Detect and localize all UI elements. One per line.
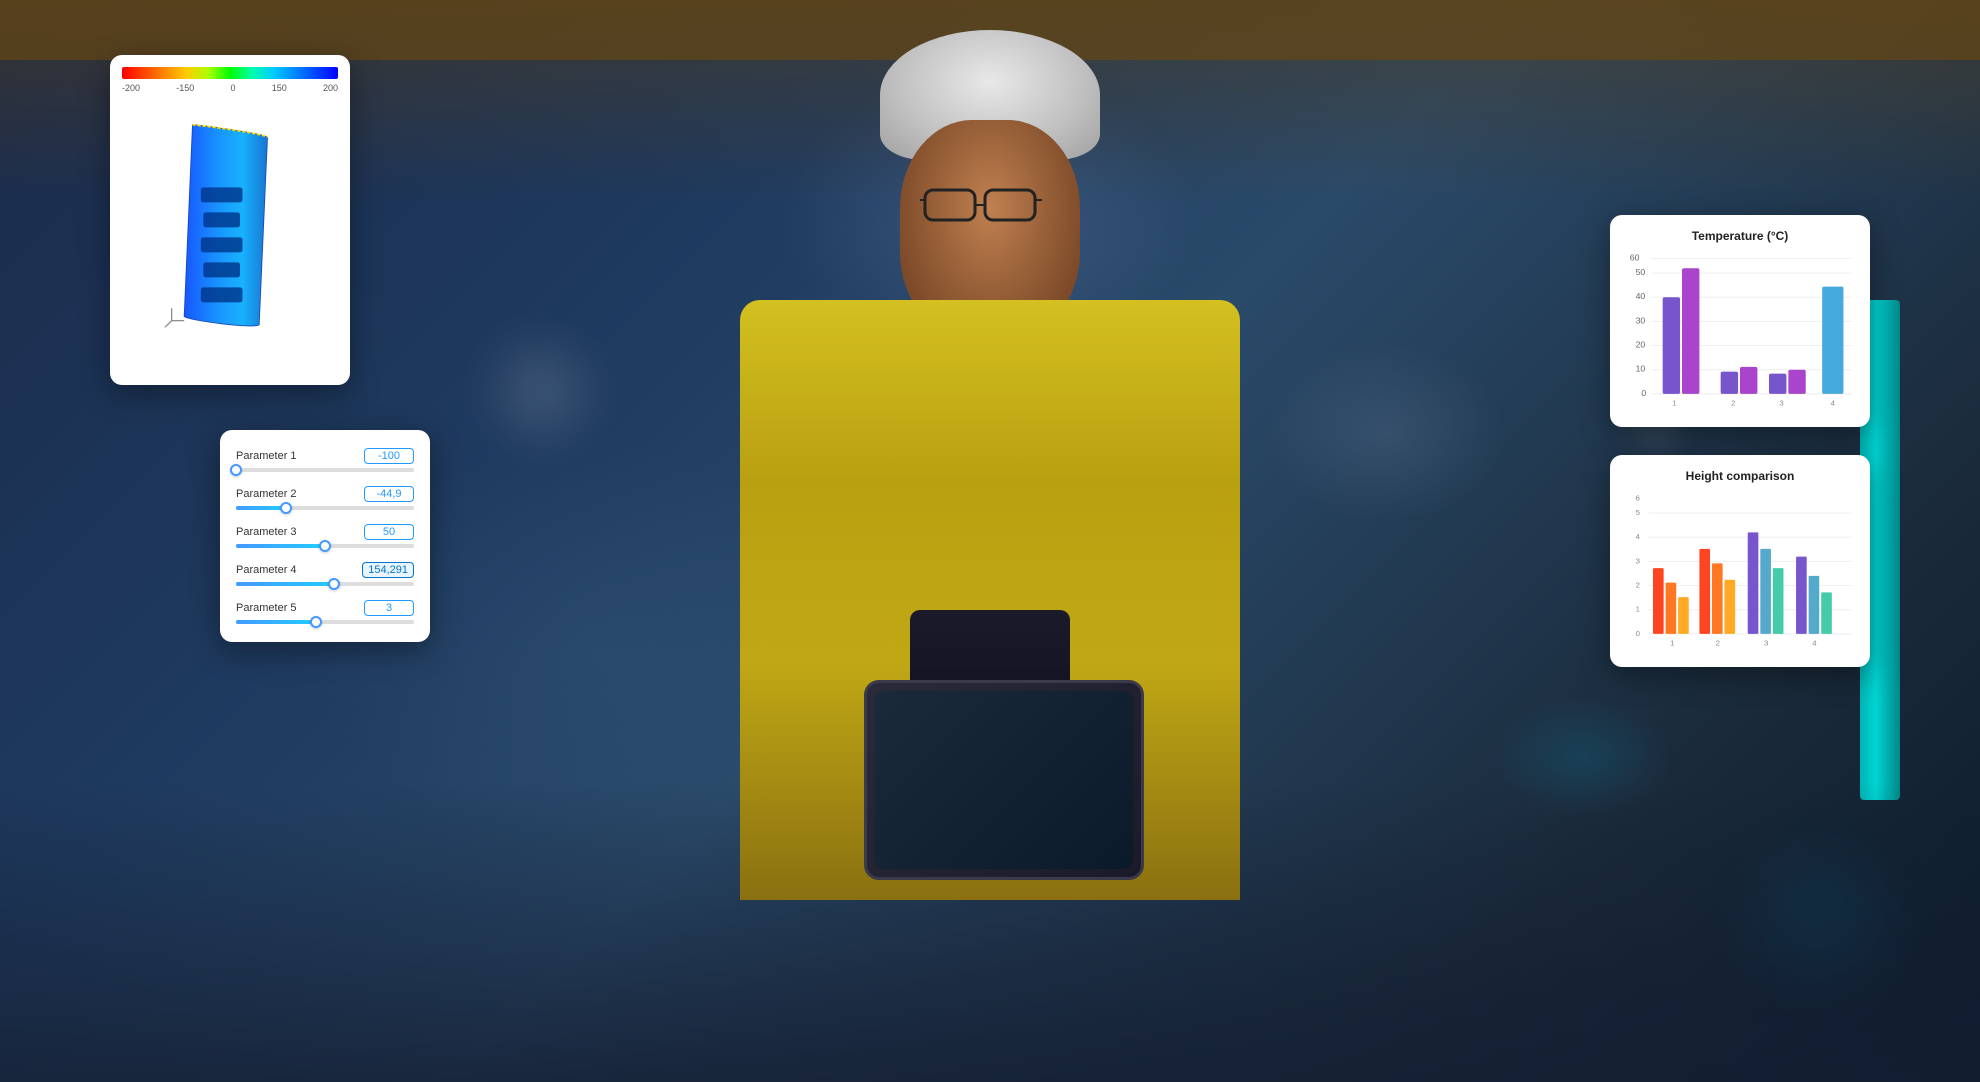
- svg-text:1: 1: [1672, 399, 1676, 408]
- color-scale: [122, 67, 338, 79]
- param-4-header: Parameter 4 154,291: [236, 562, 414, 578]
- temperature-chart: 0 10 20 30 40 50 60: [1624, 253, 1856, 413]
- param-3-thumb[interactable]: [319, 540, 331, 552]
- svg-text:6: 6: [1636, 494, 1640, 503]
- param-row-1: Parameter 1 -100: [236, 448, 414, 472]
- color-gradient-bar: [122, 67, 338, 79]
- param-2-label: Parameter 2: [236, 488, 297, 500]
- param-row-4: Parameter 4 154,291: [236, 562, 414, 586]
- temperature-title: Temperature (°C): [1624, 229, 1856, 243]
- svg-text:3: 3: [1779, 399, 1783, 408]
- svg-text:2: 2: [1636, 581, 1640, 590]
- svg-text:4: 4: [1636, 532, 1641, 541]
- svg-text:2: 2: [1716, 639, 1720, 648]
- svg-text:1: 1: [1636, 605, 1640, 614]
- svg-text:0: 0: [1636, 629, 1640, 638]
- param-2-slider[interactable]: [236, 506, 414, 510]
- svg-text:4: 4: [1831, 399, 1836, 408]
- glasses-svg: [920, 180, 1060, 230]
- param-3-label: Parameter 3: [236, 526, 297, 538]
- parameters-widget: Parameter 1 -100 Parameter 2 -44,9 Param…: [220, 430, 430, 642]
- svg-text:60: 60: [1630, 253, 1640, 263]
- fea-shape-svg: [155, 104, 305, 354]
- param-row-5: Parameter 5 3: [236, 600, 414, 624]
- param-5-label: Parameter 5: [236, 602, 297, 614]
- fea-widget: -200 -150 0 150 200: [110, 55, 350, 385]
- param-row-2: Parameter 2 -44,9: [236, 486, 414, 510]
- scale-minus150: -150: [176, 83, 194, 93]
- param-2-thumb[interactable]: [280, 502, 292, 514]
- param-2-header: Parameter 2 -44,9: [236, 486, 414, 502]
- scale-zero: 0: [230, 83, 235, 93]
- param-1-header: Parameter 1 -100: [236, 448, 414, 464]
- param-1-thumb[interactable]: [230, 464, 242, 476]
- height-chart-svg: 0 1 2 3 4 5 6: [1624, 493, 1856, 653]
- worker-figure: [640, 0, 1340, 1082]
- svg-text:30: 30: [1636, 315, 1646, 325]
- scale-labels: -200 -150 0 150 200: [122, 83, 338, 93]
- height-comparison-widget: Height comparison 0 1 2 3 4 5 6: [1610, 455, 1870, 667]
- param-4-thumb[interactable]: [328, 578, 340, 590]
- tablet-screen: [875, 691, 1133, 869]
- tablet-device: [864, 680, 1144, 880]
- param-row-3: Parameter 3 50: [236, 524, 414, 548]
- svg-text:2: 2: [1731, 399, 1735, 408]
- svg-text:50: 50: [1636, 267, 1646, 277]
- param-1-slider[interactable]: [236, 468, 414, 472]
- fea-visualization: [122, 99, 338, 359]
- param-2-fill: [236, 506, 286, 510]
- temperature-chart-svg: 0 10 20 30 40 50 60: [1624, 253, 1856, 413]
- bokeh-light-1: [500, 350, 580, 430]
- param-4-label: Parameter 4: [236, 564, 297, 576]
- scale-min: -200: [122, 83, 140, 93]
- scale-max: 200: [323, 83, 338, 93]
- param-3-fill: [236, 544, 325, 548]
- param-4-fill: [236, 582, 334, 586]
- svg-text:40: 40: [1636, 291, 1646, 301]
- temperature-widget: Temperature (°C) 0 10 20 30 40 50 60: [1610, 215, 1870, 427]
- param-1-value[interactable]: -100: [364, 448, 414, 464]
- scale-150: 150: [272, 83, 287, 93]
- height-comparison-chart: 0 1 2 3 4 5 6: [1624, 493, 1856, 653]
- param-3-value[interactable]: 50: [364, 524, 414, 540]
- svg-text:1: 1: [1670, 639, 1674, 648]
- svg-text:4: 4: [1812, 639, 1817, 648]
- svg-text:0: 0: [1641, 388, 1646, 398]
- param-5-header: Parameter 5 3: [236, 600, 414, 616]
- param-2-value[interactable]: -44,9: [364, 486, 414, 502]
- param-3-slider[interactable]: [236, 544, 414, 548]
- param-5-thumb[interactable]: [310, 616, 322, 628]
- svg-text:3: 3: [1636, 556, 1640, 565]
- height-comparison-title: Height comparison: [1624, 469, 1856, 483]
- param-3-header: Parameter 3 50: [236, 524, 414, 540]
- param-4-value[interactable]: 154,291: [362, 562, 414, 578]
- svg-text:3: 3: [1764, 639, 1768, 648]
- svg-text:20: 20: [1636, 340, 1646, 350]
- svg-text:5: 5: [1636, 508, 1640, 517]
- param-4-slider[interactable]: [236, 582, 414, 586]
- param-5-fill: [236, 620, 316, 624]
- param-1-label: Parameter 1: [236, 450, 297, 462]
- param-5-value[interactable]: 3: [364, 600, 414, 616]
- svg-text:10: 10: [1636, 364, 1646, 374]
- param-5-slider[interactable]: [236, 620, 414, 624]
